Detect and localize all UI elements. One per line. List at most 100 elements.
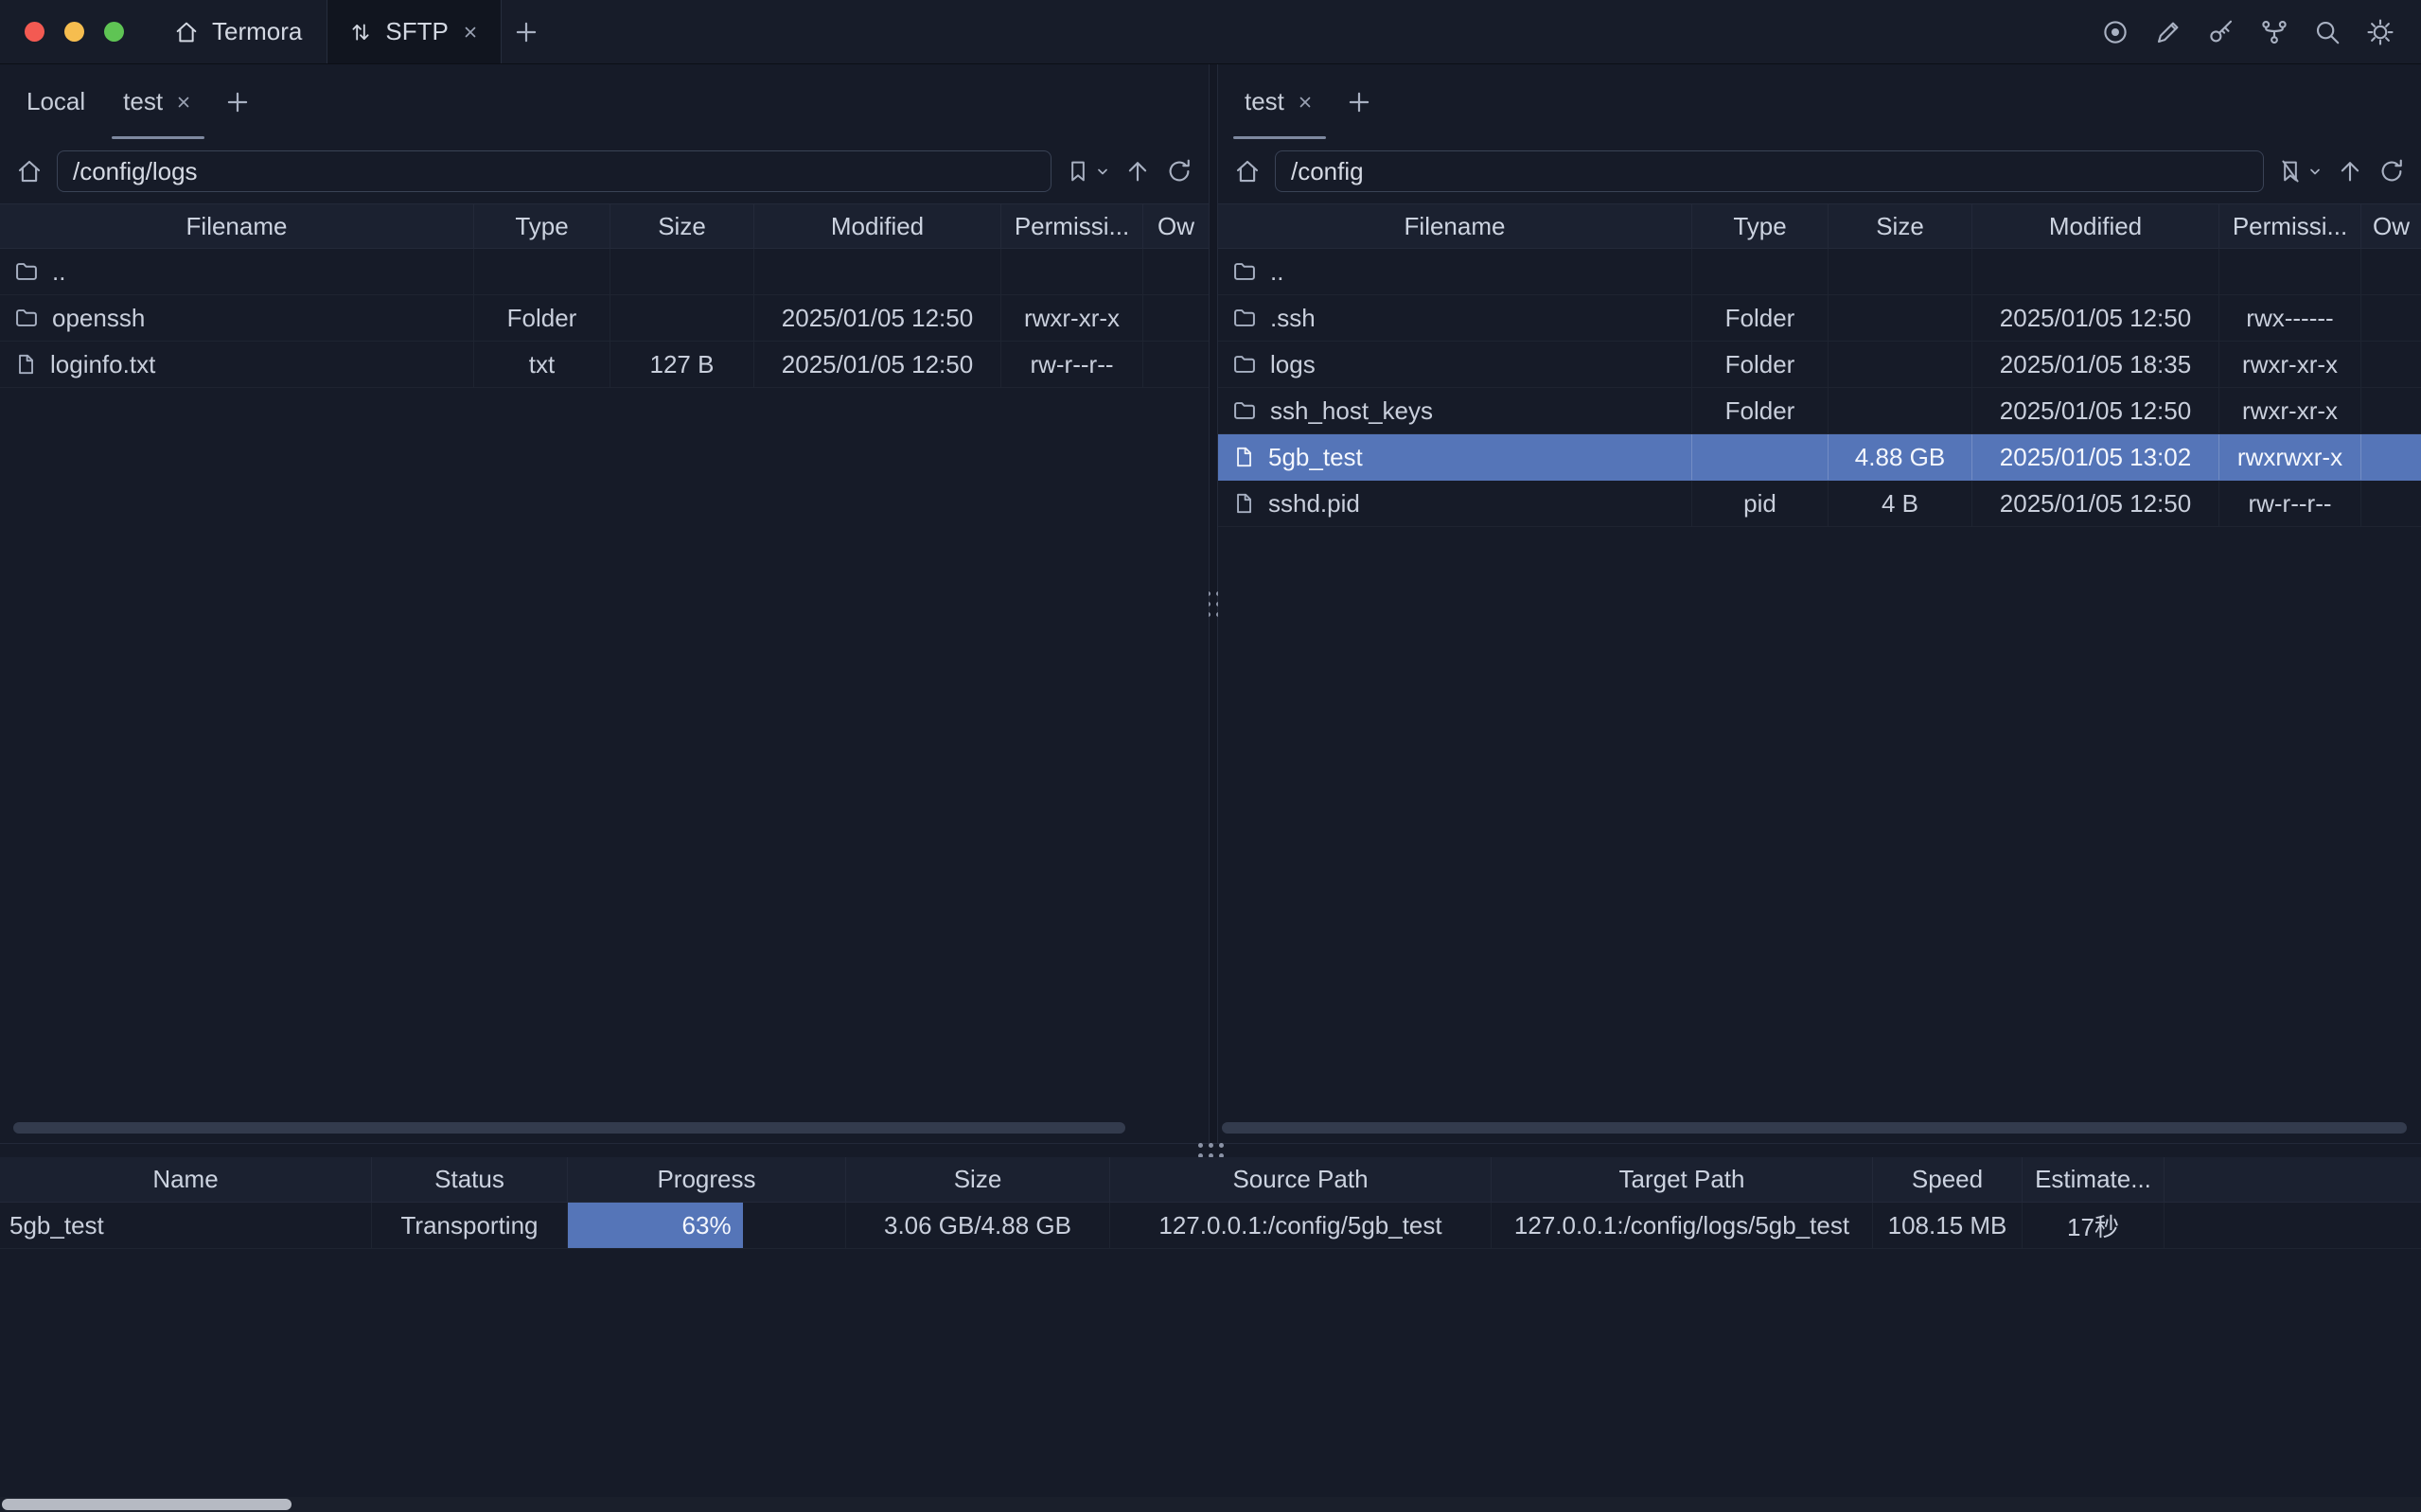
column-header-source-path[interactable]: Source Path — [1110, 1157, 1492, 1202]
file-owner — [1143, 342, 1209, 387]
filename: sshd.pid — [1268, 489, 1360, 519]
file-row-logs[interactable]: logs Folder 2025/01/05 18:35 rwxr-xr-x — [1218, 342, 2421, 388]
refresh-button[interactable] — [2377, 157, 2406, 185]
titlebar: Termora SFTP — [0, 0, 2421, 64]
record-button[interactable] — [2094, 10, 2137, 54]
zoom-window-button[interactable] — [104, 22, 124, 42]
chevron-down-icon — [1095, 164, 1110, 179]
transfer-filler — [2165, 1203, 2421, 1248]
column-header-size[interactable]: Size — [1829, 204, 1972, 248]
column-header-owner[interactable]: Ow — [2361, 204, 2421, 248]
left-horizontal-scrollbar[interactable] — [13, 1122, 1125, 1134]
transfer-icon — [348, 20, 373, 44]
filename: .. — [52, 257, 65, 287]
connections-button[interactable] — [2253, 10, 2296, 54]
transfers-splitter[interactable] — [0, 1144, 2421, 1157]
file-type: txt — [474, 342, 610, 387]
refresh-button[interactable] — [1165, 157, 1193, 185]
transfer-row-5gb-test[interactable]: 5gb_test Transporting 63% 3.06 GB/4.88 G… — [0, 1203, 2421, 1249]
filename: .. — [1270, 257, 1283, 287]
column-header-target-path[interactable]: Target Path — [1492, 1157, 1873, 1202]
add-tab-button-left[interactable] — [212, 64, 263, 139]
file-owner — [2361, 295, 2421, 341]
right-path-input[interactable] — [1275, 150, 2264, 192]
column-header-speed[interactable]: Speed — [1873, 1157, 2023, 1202]
branch-icon — [2260, 18, 2288, 46]
pane-splitter[interactable] — [1209, 64, 1218, 1143]
file-permissions — [1001, 249, 1143, 294]
file-permissions: rw-r--r-- — [2219, 481, 2361, 526]
column-header-modified[interactable]: Modified — [1972, 204, 2219, 248]
left-path-input[interactable] — [57, 150, 1051, 192]
parent-directory-button[interactable] — [1123, 157, 1152, 185]
search-button[interactable] — [2306, 10, 2349, 54]
new-window-tab-button[interactable] — [502, 0, 551, 63]
column-header-progress[interactable]: Progress — [568, 1157, 846, 1202]
file-row-parent[interactable]: .. — [0, 249, 1209, 295]
file-row-ssh[interactable]: .ssh Folder 2025/01/05 12:50 rwx------ — [1218, 295, 2421, 342]
file-row-ssh-host-keys[interactable]: ssh_host_keys Folder 2025/01/05 12:50 rw… — [1218, 388, 2421, 434]
left-file-pane: Local test — [0, 64, 1209, 1143]
close-tab-icon[interactable] — [461, 23, 480, 42]
transfers-scrollbar-thumb[interactable] — [2, 1499, 292, 1510]
right-horizontal-scrollbar[interactable] — [1222, 1122, 2407, 1134]
bookmark-dropdown[interactable] — [2277, 158, 2323, 185]
file-permissions: rwx------ — [2219, 295, 2361, 341]
column-header-type[interactable]: Type — [1692, 204, 1829, 248]
tab-termora[interactable]: Termora — [149, 0, 327, 63]
parent-directory-button[interactable] — [2336, 157, 2364, 185]
file-size — [1829, 342, 1972, 387]
bookmark-dropdown[interactable] — [1065, 158, 1110, 185]
column-header-filename[interactable]: Filename — [1218, 204, 1692, 248]
file-size — [1829, 388, 1972, 433]
file-row-openssh[interactable]: openssh Folder 2025/01/05 12:50 rwxr-xr-… — [0, 295, 1209, 342]
column-header-type[interactable]: Type — [474, 204, 610, 248]
column-header-permissions[interactable]: Permissi... — [1001, 204, 1143, 248]
arrow-up-icon — [2336, 157, 2364, 185]
settings-button[interactable] — [2359, 10, 2402, 54]
file-type: Folder — [1692, 388, 1829, 433]
tab-test-left[interactable]: test — [104, 64, 212, 139]
file-icon — [1231, 445, 1256, 469]
right-pane-empty-area — [1218, 527, 2421, 1143]
home-button[interactable] — [1233, 157, 1262, 185]
home-button[interactable] — [15, 157, 44, 185]
keys-button[interactable] — [2200, 10, 2243, 54]
minimize-window-button[interactable] — [64, 22, 84, 42]
arrow-up-icon — [1123, 157, 1152, 185]
filename: logs — [1270, 350, 1316, 379]
titlebar-spacer — [551, 0, 2094, 63]
file-row-sshd-pid[interactable]: sshd.pid pid 4 B 2025/01/05 12:50 rw-r--… — [1218, 481, 2421, 527]
edit-button[interactable] — [2147, 10, 2190, 54]
column-header-permissions[interactable]: Permissi... — [2219, 204, 2361, 248]
file-size: 127 B — [610, 342, 754, 387]
file-row-5gb-test-selected[interactable]: 5gb_test 4.88 GB 2025/01/05 13:02 rwxrwx… — [1218, 434, 2421, 481]
transfer-source-path: 127.0.0.1:/config/5gb_test — [1110, 1203, 1492, 1248]
column-header-size[interactable]: Size — [846, 1157, 1110, 1202]
tab-local[interactable]: Local — [8, 64, 104, 139]
titlebar-toolbar — [2094, 0, 2421, 63]
filename: loginfo.txt — [50, 350, 155, 379]
column-header-owner[interactable]: Ow — [1143, 204, 1209, 248]
close-icon[interactable] — [1296, 93, 1315, 112]
column-header-filename[interactable]: Filename — [0, 204, 474, 248]
file-row-loginfo[interactable]: loginfo.txt txt 127 B 2025/01/05 12:50 r… — [0, 342, 1209, 388]
folder-icon — [1231, 258, 1258, 285]
column-header-modified[interactable]: Modified — [754, 204, 1001, 248]
file-modified: 2025/01/05 13:02 — [1972, 434, 2219, 480]
tab-sftp[interactable]: SFTP — [327, 0, 501, 63]
bookmark-icon — [2277, 158, 2304, 185]
close-icon[interactable] — [174, 93, 193, 112]
transfer-status: Transporting — [372, 1203, 568, 1248]
file-permissions: rwxrwxr-x — [2219, 434, 2361, 480]
close-window-button[interactable] — [25, 22, 44, 42]
add-tab-button-right[interactable] — [1334, 64, 1385, 139]
column-header-name[interactable]: Name — [0, 1157, 372, 1202]
column-header-size[interactable]: Size — [610, 204, 754, 248]
search-icon — [2313, 18, 2341, 46]
column-header-estimate[interactable]: Estimate... — [2023, 1157, 2165, 1202]
column-header-status[interactable]: Status — [372, 1157, 568, 1202]
file-size: 4.88 GB — [1829, 434, 1972, 480]
file-row-parent[interactable]: .. — [1218, 249, 2421, 295]
tab-test-right[interactable]: test — [1226, 64, 1334, 139]
